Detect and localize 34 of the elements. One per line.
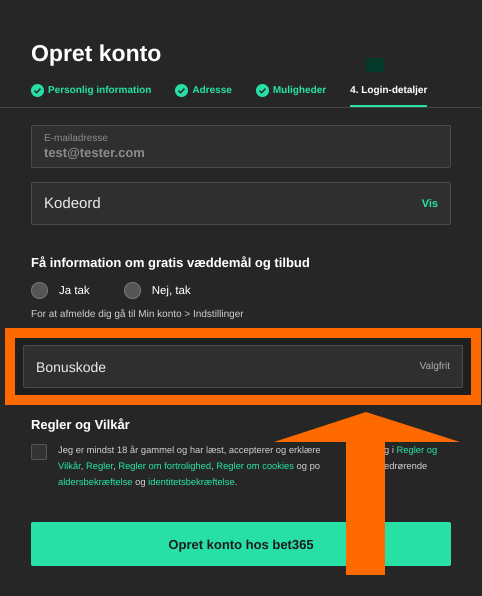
email-field[interactable]: E-mailadresse test@tester.com [31,125,451,168]
note-text: For at afmelde dig gå til Min konto > Indstillinger [31,309,245,320]
section-heading: Få information om gratis væddemål og tilbud [31,255,311,270]
radio-button[interactable] [31,282,48,299]
terms-link[interactable]: Vilkår [58,460,81,471]
terms-link[interactable]: Regler om fortrolighed [118,460,212,471]
step-tab[interactable]: Muligheder [256,84,326,107]
step-tab[interactable]: 4. Login-detaljer [350,84,428,107]
terms-link[interactable]: Regler og [396,444,438,455]
checkbox[interactable] [31,444,47,460]
radio-label: Ja tak [59,284,90,296]
page-title: Opret konto [31,40,162,66]
step-tab[interactable]: Adresse [175,84,232,107]
check-icon [31,84,44,97]
field-value: test@tester.com [44,145,145,160]
field-label: E-mailadresse [44,133,108,144]
step-tab[interactable]: Personlig information [31,84,152,107]
bonus-code-field[interactable]: Bonuskode Valgfrit [23,345,463,388]
terms-link[interactable]: aldersbekræftelse [58,476,133,487]
square-icon [366,58,384,72]
check-icon [256,84,269,97]
optional-hint: Valgfrit [420,361,450,372]
terms-link[interactable]: identitetsbekræftelse [148,476,235,487]
section-heading: Regler og Vilkår [31,417,131,432]
show-link[interactable]: Vis [422,198,438,210]
radio-button[interactable] [124,282,141,299]
terms-link[interactable]: Regler [86,460,114,471]
radio-label: Nej, tak [152,284,191,296]
submit-button[interactable]: Opret konto hos bet365 [31,522,451,566]
check-icon [175,84,188,97]
password-field[interactable]: Kodeord Vis [31,182,451,225]
placeholder-text: Bonuskode [36,358,106,374]
terms-link[interactable]: Regler om cookies [216,460,294,471]
placeholder-text: Kodeord [44,195,101,212]
